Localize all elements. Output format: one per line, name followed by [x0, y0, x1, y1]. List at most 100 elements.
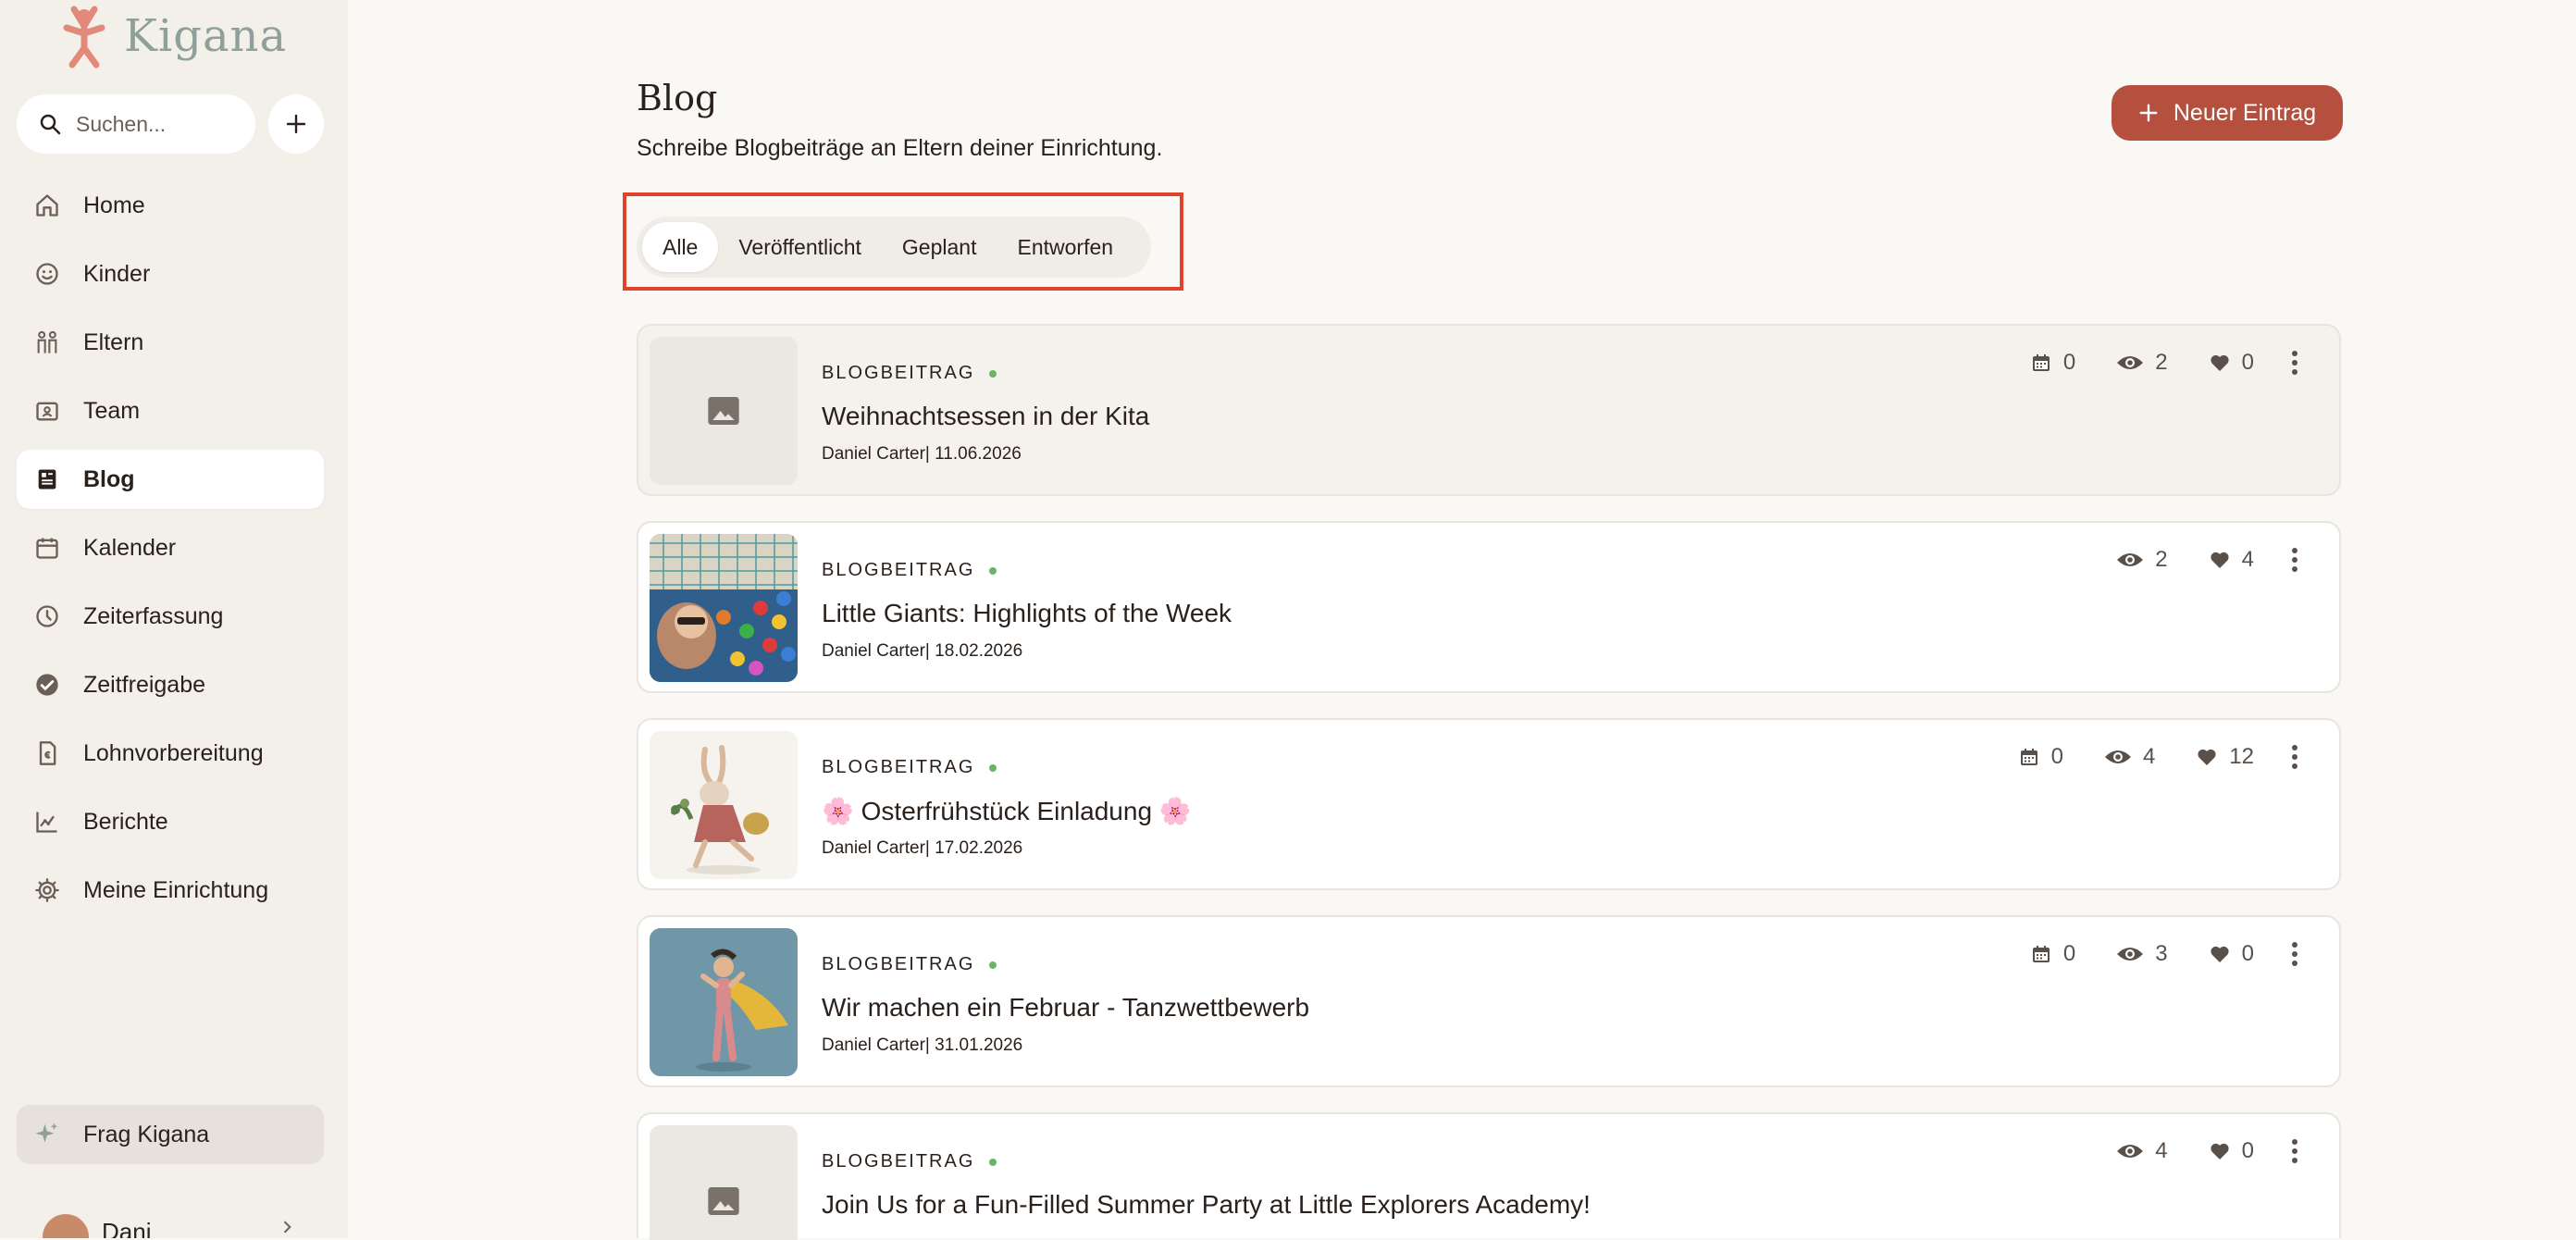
post-meta: Daniel Carter| 11.06.2026 [822, 444, 1022, 464]
new-entry-button[interactable]: Neuer Eintrag [2112, 85, 2343, 141]
heart-icon [2211, 946, 2229, 962]
sidebar-item-zeiterfassung[interactable]: Zeiterfassung [17, 587, 324, 646]
avatar [43, 1214, 89, 1238]
likes-stat: 12 [2196, 744, 2254, 770]
post-type: BLOGBEITRAG [822, 560, 997, 581]
more-options-icon[interactable] [2291, 941, 2298, 967]
sidebar-item-team[interactable]: Team [17, 381, 324, 440]
user-menu[interactable]: Dani [17, 1210, 324, 1238]
tab-alle[interactable]: Alle [642, 222, 719, 272]
gear-icon [33, 876, 61, 904]
sidebar-item-blog[interactable]: Blog [17, 450, 324, 509]
likes-count: 0 [2241, 941, 2254, 966]
logo-text: Kigana [124, 10, 288, 62]
status-dot [989, 566, 997, 575]
more-options-icon[interactable] [2291, 1138, 2298, 1164]
sidebar-item-kinder[interactable]: Kinder [17, 244, 324, 304]
post-card[interactable]: BLOGBEITRAG Wir machen ein Februar - Tan… [637, 915, 2341, 1087]
views-count: 2 [2155, 547, 2168, 572]
post-thumbnail [650, 928, 798, 1076]
post-stats: 2 4 [2075, 541, 2298, 578]
logo-mark-icon [63, 6, 105, 68]
views-count: 4 [2142, 744, 2156, 769]
post-card[interactable]: BLOGBEITRAG Join Us for a Fun-Filled Sum… [637, 1112, 2341, 1240]
sidebar-item-meine-einrichtung[interactable]: Meine Einrichtung [17, 861, 324, 920]
calendar-stat: 0 [2030, 350, 2075, 376]
page-subtitle: Schreibe Blogbeiträge an Eltern deiner E… [637, 135, 1163, 161]
sidebar-item-label: Team [83, 397, 141, 424]
add-button[interactable] [268, 94, 324, 154]
post-stats: 0 3 0 [1989, 936, 2298, 973]
clock-icon [33, 602, 61, 630]
eye-icon [2117, 356, 2144, 369]
image-placeholder-icon [708, 397, 739, 425]
page-title: Blog [637, 78, 718, 118]
sidebar: Kigana Home Kinder Eltern Team Blog [0, 0, 348, 1238]
status-dot [989, 961, 997, 969]
sidebar-nav: Home Kinder Eltern Team Blog Kalender Ze… [17, 176, 324, 929]
post-thumbnail [650, 534, 798, 682]
logo[interactable]: Kigana [57, 2, 287, 70]
sidebar-item-zeitfreigabe[interactable]: Zeitfreigabe [17, 655, 324, 714]
sidebar-item-home[interactable]: Home [17, 176, 324, 235]
user-name: Dani [102, 1218, 152, 1238]
post-title[interactable]: Weihnachtsessen in der Kita [822, 402, 1149, 431]
post-title[interactable]: Little Giants: Highlights of the Week [822, 599, 1232, 628]
likes-stat: 0 [2209, 350, 2254, 376]
post-card[interactable]: BLOGBEITRAG 🌸 Osterfrühstück Einladung 🌸… [637, 718, 2341, 890]
sidebar-item-label: Kinder [83, 260, 151, 287]
tab-entworfen[interactable]: Entworfen [997, 222, 1133, 272]
sidebar-item-kalender[interactable]: Kalender [17, 518, 324, 577]
calendar-icon [2032, 946, 2050, 962]
post-meta: Daniel Carter| 17.02.2026 [822, 838, 1023, 858]
likes-count: 0 [2241, 1138, 2254, 1163]
sidebar-item-berichte[interactable]: Berichte [17, 792, 324, 851]
post-card[interactable]: BLOGBEITRAG Little Giants: Highlights of… [637, 521, 2341, 693]
bunny-illustration-icon [650, 731, 798, 879]
sidebar-item-lohnvorbereitung[interactable]: Lohnvorbereitung [17, 724, 324, 783]
family-icon [33, 329, 61, 356]
frag-kigana-label: Frag Kigana [83, 1121, 210, 1147]
search-icon [40, 114, 61, 135]
post-title[interactable]: Wir machen ein Februar - Tanzwettbewerb [822, 993, 1309, 1023]
calendar-count: 0 [2062, 350, 2076, 375]
likes-stat: 0 [2209, 941, 2254, 967]
sidebar-item-label: Berichte [83, 808, 168, 835]
search-input[interactable] [74, 110, 244, 138]
eye-icon [2117, 1145, 2144, 1158]
more-options-icon[interactable] [2291, 744, 2298, 770]
tab-veroeffentlicht[interactable]: Veröffentlicht [718, 222, 882, 272]
calendar-icon [33, 534, 61, 562]
post-type-label: BLOGBEITRAG [822, 560, 975, 580]
more-options-icon[interactable] [2291, 547, 2298, 573]
badge-icon [33, 397, 61, 425]
image-placeholder-icon [708, 1187, 739, 1215]
search-box[interactable] [17, 94, 255, 154]
sidebar-item-eltern[interactable]: Eltern [17, 313, 324, 372]
post-meta: Daniel Carter| 18.02.2026 [822, 641, 1023, 661]
blog-icon [33, 465, 61, 493]
calendar-count: 0 [2050, 744, 2063, 769]
calendar-count: 0 [2062, 941, 2076, 966]
more-options-icon[interactable] [2291, 350, 2298, 376]
views-stat: 2 [2116, 350, 2168, 376]
sparkle-icon [33, 1121, 61, 1148]
post-card[interactable]: BLOGBEITRAG Weihnachtsessen in der Kita … [637, 324, 2341, 496]
post-title[interactable]: Join Us for a Fun-Filled Summer Party at… [822, 1190, 1591, 1220]
sidebar-item-label: Lohnvorbereitung [83, 739, 264, 766]
frag-kigana-button[interactable]: Frag Kigana [17, 1105, 324, 1164]
post-type-label: BLOGBEITRAG [822, 1151, 975, 1172]
eye-icon [2104, 750, 2131, 763]
sidebar-item-label: Eltern [83, 329, 144, 355]
post-thumbnail [650, 1125, 798, 1240]
post-type: BLOGBEITRAG [822, 363, 997, 384]
filter-tabs: Alle Veröffentlicht Geplant Entworfen [637, 217, 1151, 278]
post-type-label: BLOGBEITRAG [822, 954, 975, 974]
post-title[interactable]: 🌸 Osterfrühstück Einladung 🌸 [822, 796, 1192, 826]
likes-stat: 4 [2209, 547, 2254, 573]
calendar-icon [2020, 749, 2037, 765]
sidebar-item-label: Zeitfreigabe [83, 671, 206, 698]
home-icon [33, 192, 61, 219]
post-type: BLOGBEITRAG [822, 757, 997, 778]
tab-geplant[interactable]: Geplant [882, 222, 997, 272]
